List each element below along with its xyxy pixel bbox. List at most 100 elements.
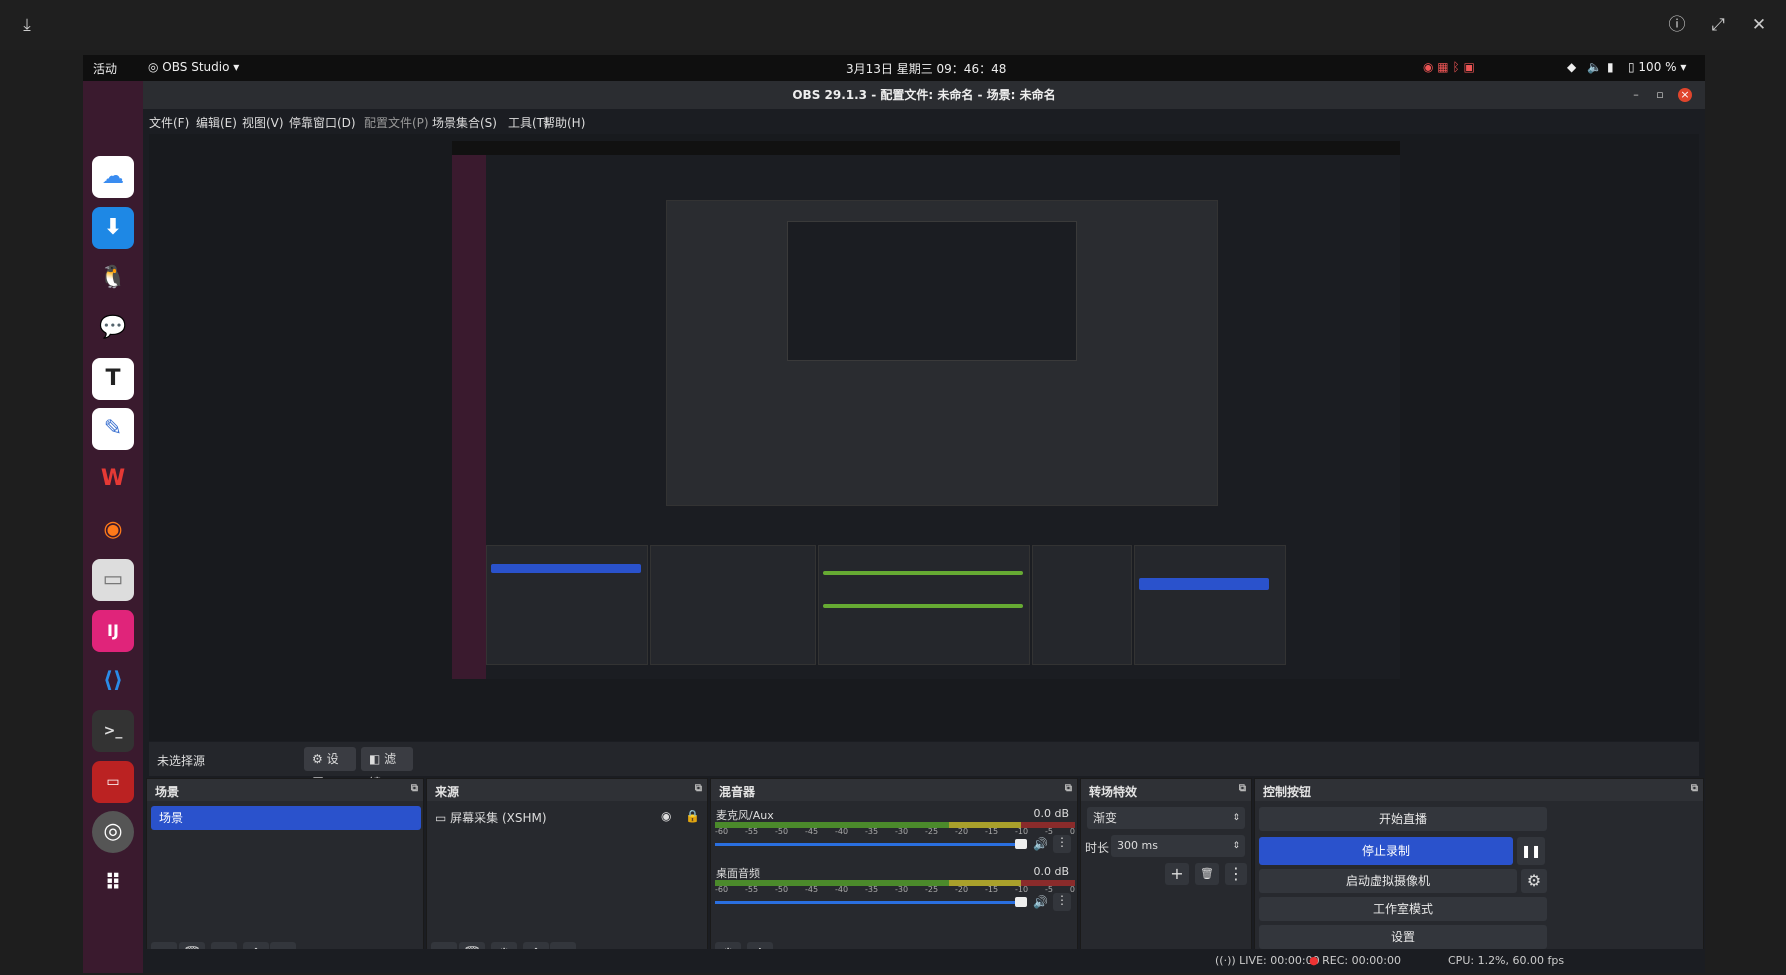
source-item[interactable]: ▭ 屏幕采集 (XSHM) ◉ 🔒 [435, 809, 700, 829]
nested-sources-panel [650, 545, 816, 665]
stop-recording-button[interactable]: 停止录制 [1259, 837, 1513, 865]
scale-tick: -35 [865, 827, 879, 836]
undock-icon[interactable]: ⧉ [695, 783, 702, 794]
duration-spinbox[interactable]: 300 ms ⇕ [1111, 835, 1245, 857]
close-icon[interactable]: ✕ [1746, 12, 1772, 38]
mic-channel: 麦克风/Aux 0.0 dB -60 -55 -50 -45 -40 -35 -30 -25-… [711, 805, 1077, 863]
settings-button[interactable]: 设置 [1259, 925, 1547, 949]
preview-canvas[interactable] [149, 134, 1699, 741]
menu-view[interactable]: 视图(V) [242, 114, 284, 131]
mic-mute-icon[interactable]: 🔊 [1033, 837, 1048, 851]
undock-icon[interactable]: ⧉ [1065, 783, 1072, 794]
scale-tick: -30 [895, 885, 909, 894]
scenes-dock: 场景⧉ 场景 + 🗑 ◧ ⌃ ⌄ [146, 778, 424, 973]
undock-icon[interactable]: ⧉ [411, 783, 418, 794]
scale-tick: -30 [895, 827, 909, 836]
scale-tick: -35 [865, 885, 879, 894]
record-dot-icon: ● [1309, 954, 1323, 967]
scale-tick: -45 [805, 827, 819, 836]
qq-icon[interactable]: 🐧 [92, 257, 134, 299]
spin-arrows-icon[interactable]: ⇕ [1232, 835, 1240, 857]
menu-help[interactable]: 帮助(H) [543, 114, 585, 131]
menu-file[interactable]: 文件(F) [149, 114, 189, 131]
sources-dock: 来源⧉ ▭ 屏幕采集 (XSHM) ◉ 🔒 + 🗑 ⚙ ⌃ ⌄ [426, 778, 708, 973]
mic-icon[interactable]: ▮ [1607, 60, 1614, 74]
desktop-mute-icon[interactable]: 🔊 [1033, 895, 1048, 909]
start-stream-button[interactable]: 开始直播 [1259, 807, 1547, 831]
rec-time: REC: 00:00:00 [1322, 954, 1401, 967]
monitor-icon: ▭ [435, 811, 451, 825]
minimize-icon[interactable]: – [1629, 88, 1643, 102]
tray-icons[interactable]: ◉ ▦ ᛒ ▣ [1423, 60, 1475, 74]
menu-profile[interactable]: 配置文件(P) [364, 114, 429, 131]
remove-transition-button[interactable]: 🗑 [1195, 863, 1219, 885]
transition-properties-button[interactable]: ⋮ [1225, 863, 1247, 885]
visibility-eye-icon[interactable]: ◉ [661, 809, 671, 823]
transitions-title: 转场特效 [1089, 785, 1138, 799]
obs-dock-icon[interactable]: ◎ [92, 811, 134, 853]
menu-scene-collection[interactable]: 场景集合(S) [432, 114, 497, 131]
desktop-options-icon[interactable]: ⋮ [1053, 893, 1071, 911]
desktop-slider-handle[interactable] [1015, 897, 1027, 907]
remote-app-icon[interactable]: ▭ [92, 761, 134, 803]
nested-transitions-panel [1032, 545, 1132, 665]
menu-docks[interactable]: 停靠窗口(D) [289, 114, 356, 131]
undock-icon[interactable]: ⧉ [1691, 783, 1698, 794]
pause-recording-button[interactable]: ❚❚ [1517, 837, 1545, 865]
desktop-channel-db: 0.0 dB [1033, 865, 1069, 878]
intellij-icon[interactable]: IJ [92, 610, 134, 652]
nested-meter [823, 571, 1023, 575]
chevron-updown-icon: ⇕ [1232, 813, 1240, 823]
scale-tick: -40 [835, 827, 849, 836]
add-transition-button[interactable]: + [1165, 863, 1189, 885]
volume-icon[interactable]: 🔈 [1587, 60, 1602, 74]
typora-icon[interactable]: T [92, 358, 134, 400]
download-icon[interactable]: ⤓ [14, 12, 40, 38]
studio-mode-button[interactable]: 工作室模式 [1259, 897, 1547, 921]
mic-volume-slider[interactable] [715, 843, 1025, 846]
info-icon[interactable]: ⓘ [1664, 12, 1690, 38]
vscode-icon[interactable]: ⟨⟩ [92, 660, 134, 702]
scale-tick: -15 [985, 885, 999, 894]
scene-transitions-dock: 转场特效 ⧉ 渐变 ⇕ 时长 300 ms ⇕ + 🗑 ⋮ [1080, 778, 1252, 973]
scale-tick: 0 [1069, 827, 1075, 836]
scene-item[interactable]: 场景 [151, 806, 421, 830]
scenes-title: 场景 [155, 785, 180, 799]
nested-obs-window [486, 155, 1400, 679]
battery-level: 100 % [1638, 60, 1677, 74]
source-filters-button[interactable]: ◧ 滤镜 [361, 747, 413, 790]
clock[interactable]: 3月13日 星期三 09：46：48 [846, 60, 1006, 77]
activities-button[interactable]: 活动 [93, 60, 117, 77]
files-icon[interactable]: ▭ [92, 559, 134, 601]
start-virtual-camera-button[interactable]: 启动虚拟摄像机 [1259, 869, 1517, 893]
menu-edit[interactable]: 编辑(E) [196, 114, 237, 131]
maximize-icon[interactable]: ▫ [1653, 88, 1667, 102]
wechat-icon[interactable]: 💬 [92, 307, 134, 349]
expand-icon[interactable]: ⤢ [1705, 12, 1731, 38]
undock-icon[interactable]: ⧉ [1239, 783, 1246, 794]
live-time: LIVE: 00:00:00 [1239, 954, 1320, 967]
wps-icon[interactable]: W [92, 458, 134, 500]
nested-nested-preview [787, 221, 1077, 361]
mic-slider-handle[interactable] [1015, 839, 1027, 849]
battery-indicator[interactable]: ▯ 100 % ▾ [1628, 60, 1686, 74]
lock-icon[interactable]: 🔒 [685, 809, 700, 823]
app-menu[interactable]: ◎ OBS Studio ▾ [148, 60, 239, 74]
firefox-icon[interactable]: ◉ [92, 509, 134, 551]
source-name: 屏幕采集 (XSHM) [450, 811, 547, 825]
terminal-icon[interactable]: >_ [92, 710, 134, 752]
downloader-icon[interactable]: ⬇ [92, 207, 134, 249]
nested-scenes-panel [486, 545, 648, 665]
close-window-icon[interactable]: × [1678, 88, 1692, 102]
mic-options-icon[interactable]: ⋮ [1053, 835, 1071, 853]
source-settings-button[interactable]: ⚙ 设置 [304, 747, 356, 790]
virtual-camera-settings-icon[interactable]: ⚙ [1521, 869, 1547, 893]
transition-select[interactable]: 渐变 ⇕ [1087, 807, 1245, 829]
scale-tick: 0 [1069, 885, 1075, 894]
text-editor-icon[interactable]: ✎ [92, 408, 134, 450]
show-apps-icon[interactable]: ⠿ [92, 863, 134, 905]
wifi-icon[interactable]: ◆ [1567, 60, 1576, 74]
viewer-toolbar: ⤓ ⓘ ⤢ ✕ [0, 0, 1786, 50]
baidu-netdisk-icon[interactable]: ☁ [92, 156, 134, 198]
desktop-volume-slider[interactable] [715, 901, 1025, 904]
